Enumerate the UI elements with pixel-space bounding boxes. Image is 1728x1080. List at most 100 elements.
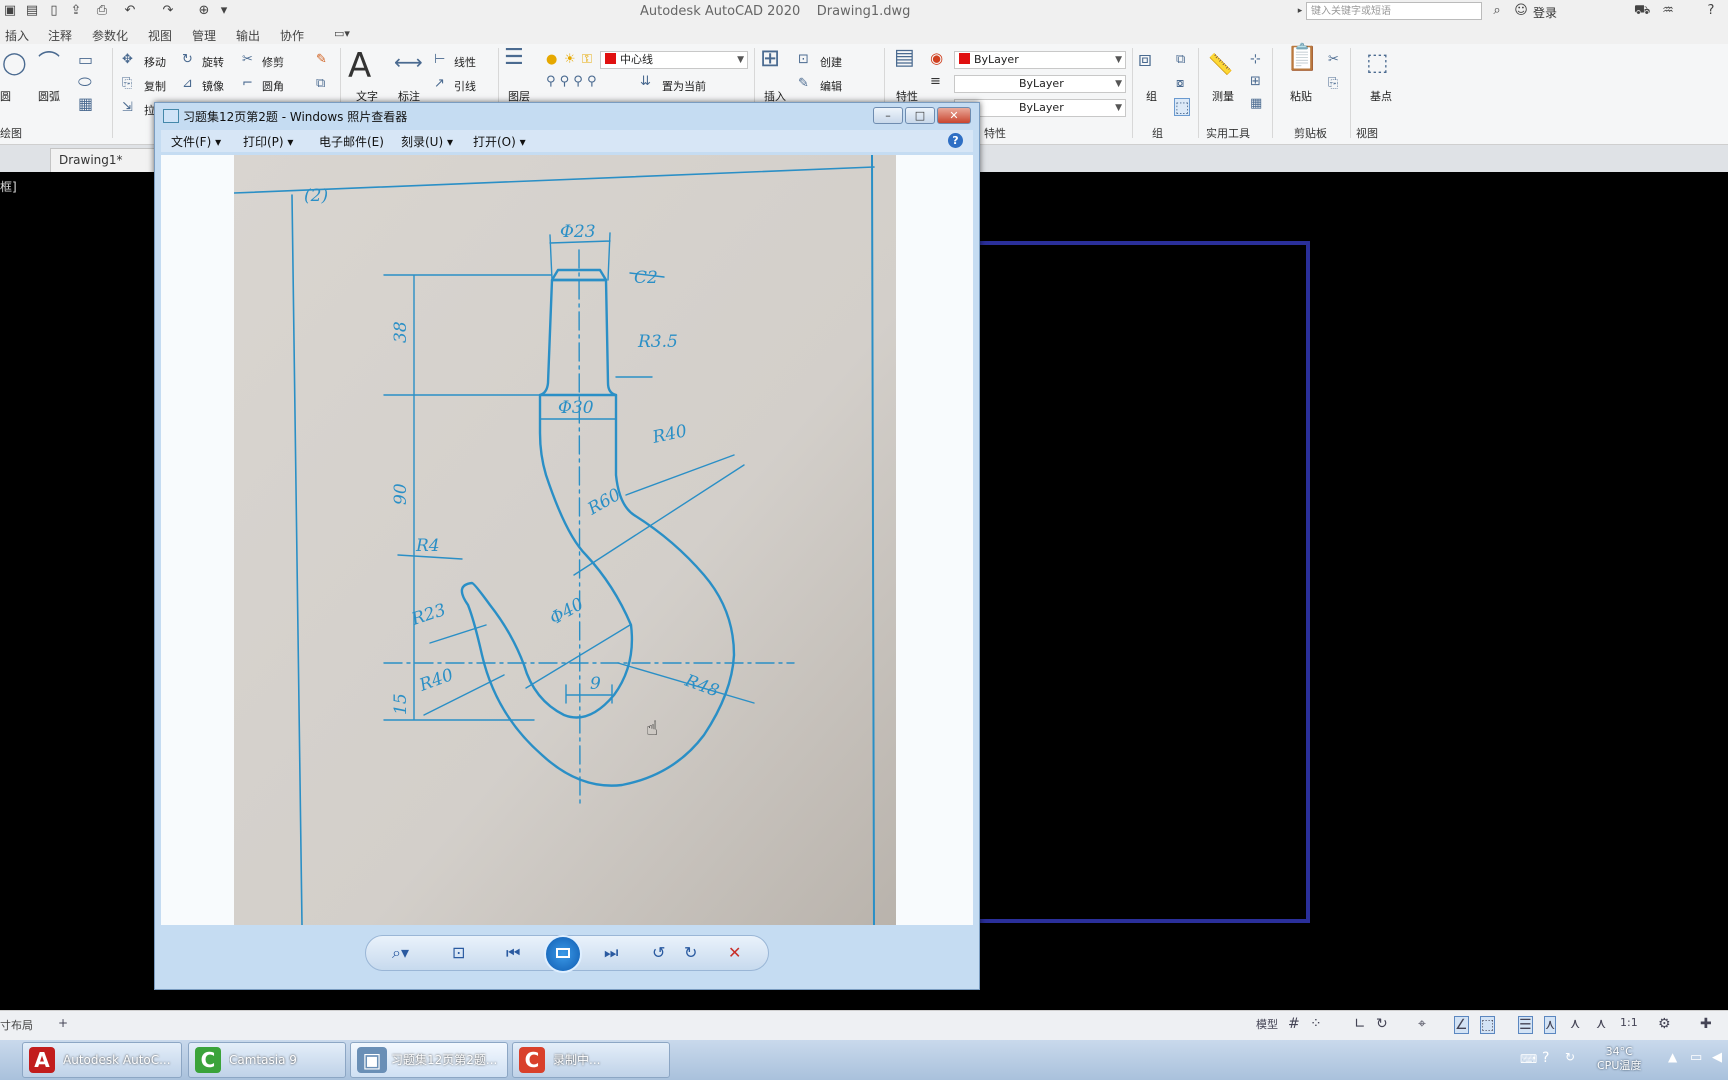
refresh-tray-icon[interactable]: ↻ bbox=[1565, 1050, 1575, 1064]
measure-icon[interactable]: 📏 bbox=[1208, 54, 1233, 74]
hatch-icon[interactable]: ▦ bbox=[78, 96, 93, 112]
tab-output[interactable]: 输出 bbox=[236, 27, 260, 44]
color-dropdown[interactable]: ByLayer ▼ bbox=[954, 51, 1126, 69]
trim-icon[interactable]: ✂ bbox=[242, 52, 253, 68]
group-edit-icon[interactable]: ⧇ bbox=[1176, 76, 1184, 92]
copy-clip-icon[interactable]: ⎘ bbox=[1328, 76, 1338, 92]
edit-button[interactable]: 编辑 bbox=[820, 78, 842, 94]
group-button[interactable]: 组 bbox=[1146, 88, 1157, 104]
linetype-dropdown[interactable]: ByLayer ▼ bbox=[954, 75, 1126, 93]
rotate-button[interactable]: 旋转 bbox=[202, 54, 224, 70]
move-icon[interactable]: ✥ bbox=[122, 52, 133, 68]
copy-button[interactable]: 复制 bbox=[144, 78, 166, 94]
ortho-icon[interactable]: ∟ bbox=[1354, 1016, 1366, 1032]
base-view-icon[interactable]: ⬚ bbox=[1366, 50, 1389, 74]
tab-parametric[interactable]: 参数化 bbox=[92, 27, 128, 44]
save-as-icon[interactable]: ▤ bbox=[24, 3, 40, 19]
customize-icon[interactable]: ✚ bbox=[1700, 1016, 1712, 1032]
volume-icon[interactable]: ◀ bbox=[1712, 1050, 1722, 1065]
customize-dropdown-icon[interactable]: ▾ bbox=[216, 3, 232, 19]
slideshow-button[interactable] bbox=[544, 935, 582, 973]
paste-icon[interactable]: 📋 bbox=[1286, 45, 1318, 71]
gear-icon[interactable]: ⚙ bbox=[1658, 1016, 1671, 1032]
erase-icon[interactable]: ✎ bbox=[316, 52, 327, 68]
stretch-icon[interactable]: ⇲ bbox=[122, 100, 133, 116]
menu-email[interactable]: 电子邮件(E) bbox=[319, 133, 384, 150]
mirror-icon[interactable]: ⊿ bbox=[182, 76, 193, 92]
help-tray-icon[interactable]: ? bbox=[1542, 1050, 1549, 1066]
taskbar-item-photo-viewer[interactable]: ▣ 习题集12页第2题... bbox=[350, 1042, 508, 1078]
taskbar-item-autocad[interactable]: A Autodesk AutoC... bbox=[22, 1042, 182, 1078]
model-button[interactable]: 模型 bbox=[1256, 1016, 1278, 1032]
move-button[interactable]: 移动 bbox=[144, 54, 166, 70]
save-icon[interactable]: ▣ bbox=[2, 3, 18, 19]
tab-insert[interactable]: 插入 bbox=[5, 27, 29, 44]
grid-icon[interactable]: # bbox=[1288, 1016, 1300, 1032]
undo-icon[interactable]: ↶ bbox=[122, 3, 138, 19]
maximize-button[interactable]: □ bbox=[905, 107, 935, 124]
photo-viewer-window[interactable]: 习题集12页第2题 - Windows 照片查看器 – □ ✕ 文件(F) ▾ … bbox=[154, 102, 980, 990]
mirror-button[interactable]: 镜像 bbox=[202, 78, 224, 94]
measure-button[interactable]: 测量 bbox=[1212, 88, 1234, 104]
layer-properties-icon[interactable]: ☰ bbox=[504, 47, 524, 69]
rectangle-icon[interactable]: ▭ bbox=[78, 52, 93, 68]
show-hidden-icons-icon[interactable]: ▲ bbox=[1668, 1050, 1677, 1064]
tab-manage[interactable]: 管理 bbox=[192, 27, 216, 44]
rotate-icon[interactable]: ↻ bbox=[182, 52, 193, 68]
text-icon[interactable]: A bbox=[348, 48, 371, 84]
fillet-icon[interactable]: ⌐ bbox=[242, 76, 253, 92]
create-button[interactable]: 创建 bbox=[820, 54, 842, 70]
next-icon[interactable]: ⏭ bbox=[604, 944, 618, 962]
taskbar-item-recording[interactable]: C 录制中... bbox=[512, 1042, 670, 1078]
insert-block-icon[interactable]: ⊞ bbox=[760, 46, 780, 70]
help-circle-icon[interactable]: ? bbox=[1703, 3, 1719, 19]
dynamic-ucs-icon[interactable]: ∠ bbox=[1454, 1016, 1469, 1034]
binoculars-icon[interactable]: ⌕ bbox=[1489, 3, 1505, 19]
share-icon[interactable]: ⊕ bbox=[196, 3, 212, 19]
circle-label[interactable]: 圆 bbox=[0, 88, 11, 104]
tab-layout[interactable]: 寸布局 bbox=[0, 1017, 33, 1033]
id-point-icon[interactable]: ⊞ bbox=[1250, 74, 1261, 90]
redo-icon[interactable]: ↷ bbox=[160, 3, 176, 19]
edit-block-icon[interactable]: ✎ bbox=[798, 76, 809, 92]
add-layout-button[interactable]: + bbox=[58, 1016, 68, 1030]
new-file-icon[interactable]: ▯ bbox=[46, 3, 62, 19]
make-current-icon[interactable]: ⇊ bbox=[640, 74, 651, 90]
circle-icon[interactable]: ◯ bbox=[2, 53, 27, 75]
array-icon[interactable]: ⧉ bbox=[316, 76, 325, 92]
network-icon[interactable]: ▭ bbox=[1690, 1050, 1702, 1065]
color-wheel-icon[interactable]: ◉ bbox=[930, 50, 943, 66]
leader-icon[interactable]: ↗ bbox=[434, 76, 445, 92]
close-button[interactable]: ✕ bbox=[937, 107, 971, 124]
menu-file[interactable]: 文件(F) ▾ bbox=[171, 133, 221, 150]
delete-icon[interactable]: ✕ bbox=[728, 944, 741, 962]
tab-collaborate[interactable]: 协作 bbox=[280, 27, 304, 44]
search-input[interactable]: 键入关键字或短语 bbox=[1306, 2, 1482, 20]
leader-button[interactable]: 引线 bbox=[454, 78, 476, 94]
polar-icon[interactable]: ↻ bbox=[1376, 1016, 1388, 1032]
match-properties-icon[interactable]: ▤ bbox=[894, 47, 915, 69]
help-icon[interactable]: ? bbox=[948, 133, 963, 148]
selection-cycling-icon[interactable]: ⬚ bbox=[1480, 1016, 1496, 1034]
annotation-scale-icon[interactable]: ⋏ bbox=[1570, 1016, 1580, 1032]
cut-icon[interactable]: ✂ bbox=[1328, 52, 1339, 68]
user-icon[interactable]: ☺ bbox=[1513, 3, 1529, 19]
ungroup-icon[interactable]: ⧉ bbox=[1176, 52, 1185, 68]
autodesk-icon[interactable]: ♒ bbox=[1660, 3, 1676, 19]
trim-button[interactable]: 修剪 bbox=[262, 54, 284, 70]
viewer-title-bar[interactable]: 习题集12页第2题 - Windows 照片查看器 – □ ✕ bbox=[155, 103, 979, 129]
workspace-icon[interactable]: ▭▾ bbox=[334, 27, 350, 40]
menu-print[interactable]: 打印(P) ▾ bbox=[243, 133, 293, 150]
snap-icon[interactable]: ⁘ bbox=[1310, 1016, 1322, 1032]
group-icon[interactable]: ⧈ bbox=[1138, 49, 1152, 71]
cart-icon[interactable]: ⛟ bbox=[1634, 3, 1650, 19]
rotate-left-icon[interactable]: ↺ bbox=[652, 944, 665, 962]
zoom-icon[interactable]: ⌕▾ bbox=[392, 944, 409, 962]
linear-button[interactable]: 线性 bbox=[454, 54, 476, 70]
print-icon[interactable]: ⎙ bbox=[94, 3, 110, 19]
image-canvas[interactable]: (2) Φ23 C2 38 R3.5 Φ30 R40 90 R60 R4 R23… bbox=[161, 155, 973, 925]
copy-icon[interactable]: ⎘ bbox=[122, 76, 132, 92]
layer-dropdown[interactable]: 中心线 ▼ bbox=[600, 51, 748, 69]
menu-open[interactable]: 打开(O) ▾ bbox=[473, 133, 526, 150]
make-current-button[interactable]: 置为当前 bbox=[662, 78, 706, 94]
